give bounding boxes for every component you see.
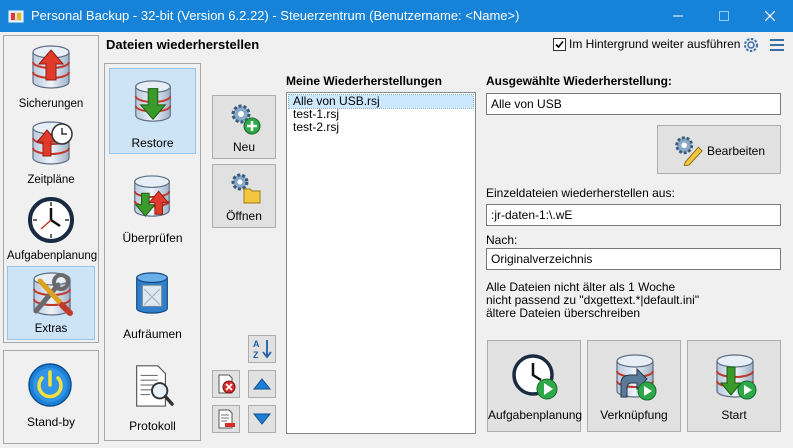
nav-item-label: Sicherungen xyxy=(18,98,84,110)
nav-item-extras[interactable]: Extras xyxy=(7,266,95,340)
target-label: Nach: xyxy=(486,233,518,247)
database-down-icon xyxy=(130,77,176,127)
subnav-item-label: Restore xyxy=(131,136,174,150)
sort-button[interactable]: A Z xyxy=(248,335,276,363)
document-search-icon xyxy=(136,365,174,407)
shortcut-button[interactable]: Verknüpfung xyxy=(587,340,681,432)
nav-item-sicherungen[interactable]: Sicherungen xyxy=(7,40,95,114)
sub-nav: Restore Überprüfen Aufräumen Protokoll xyxy=(104,63,201,441)
arrow-down-icon xyxy=(252,413,272,425)
new-button-label: Neu xyxy=(232,140,255,154)
app-icon xyxy=(8,10,24,23)
source-label: Einzeldateien wiederherstellen aus: xyxy=(486,186,675,200)
minimize-icon xyxy=(673,15,683,17)
close-icon xyxy=(765,11,775,21)
open-button-label: Öffnen xyxy=(226,209,262,223)
edit-button-label: Bearbeiten xyxy=(706,144,766,158)
info-line: ältere Dateien überschreiben xyxy=(486,306,641,320)
shortcut-icon xyxy=(611,353,657,401)
nav-item-label: Zeitpläne xyxy=(27,174,75,186)
start-label: Start xyxy=(721,408,747,422)
minimize-button[interactable] xyxy=(655,0,701,32)
database-up-icon xyxy=(27,44,75,92)
gear-add-icon xyxy=(231,104,261,135)
selected-restore-label: Ausgewählte Wiederherstellung: xyxy=(486,74,672,88)
background-checkbox[interactable] xyxy=(553,38,566,51)
edit-button[interactable]: Bearbeiten xyxy=(657,125,781,174)
delete-button[interactable] xyxy=(212,370,240,398)
restore-list[interactable]: Alle von USB.rsj test-1.rsj test-2.rsj xyxy=(286,92,476,434)
edit-list-button[interactable] xyxy=(212,405,240,433)
shortcut-label: Verknüpfung xyxy=(600,408,668,422)
schedule-task-label: Aufgabenplanung xyxy=(488,408,583,422)
clock-icon xyxy=(28,197,74,243)
power-icon xyxy=(28,363,72,407)
close-button[interactable] xyxy=(747,0,793,32)
svg-text:A: A xyxy=(253,339,260,349)
nav-item-label: Extras xyxy=(34,323,68,335)
subnav-item-protokoll[interactable]: Protokoll xyxy=(109,352,196,438)
background-checkbox-label[interactable]: Im Hintergrund weiter ausführen xyxy=(569,37,740,51)
subnav-item-label: Aufräumen xyxy=(123,327,182,341)
standby-button[interactable]: Stand-by xyxy=(3,350,99,444)
nav-item-aufgabenplanung[interactable]: Aufgabenplanung xyxy=(7,192,98,266)
sort-az-icon: A Z xyxy=(253,339,272,360)
start-button[interactable]: Start xyxy=(687,340,781,432)
maximize-icon xyxy=(719,11,729,21)
checkmark-icon xyxy=(555,40,564,49)
gear-folder-icon xyxy=(231,173,261,204)
subnav-item-aufraeumen[interactable]: Aufräumen xyxy=(109,260,196,346)
tools-icon xyxy=(28,271,73,316)
arrow-up-icon xyxy=(252,378,272,390)
target-field[interactable]: Originalverzeichnis xyxy=(486,248,781,270)
selected-restore-field[interactable]: Alle von USB xyxy=(486,93,781,115)
main-nav: Sicherungen Zeitpläne Aufgabenplanung Ex… xyxy=(3,35,99,343)
document-remove-icon xyxy=(218,409,235,429)
open-button[interactable]: Öffnen xyxy=(212,164,276,228)
move-up-button[interactable] xyxy=(248,370,276,398)
maximize-button[interactable] xyxy=(701,0,747,32)
trash-bin-icon xyxy=(136,272,168,314)
schedule-task-button[interactable]: Aufgabenplanung xyxy=(487,340,583,432)
database-start-icon xyxy=(711,353,757,400)
nav-item-zeitplaene[interactable]: Zeitpläne xyxy=(7,116,95,190)
delete-document-icon xyxy=(218,374,236,394)
source-field[interactable]: :jr-daten-1:\.wE xyxy=(486,204,781,226)
window-title: Personal Backup - 32-bit (Version 6.2.22… xyxy=(31,8,520,23)
gear-icon[interactable] xyxy=(742,36,760,54)
hamburger-menu-icon[interactable] xyxy=(769,36,785,54)
list-item[interactable]: test-2.rsj xyxy=(289,121,473,134)
database-clock-icon xyxy=(27,120,73,168)
subnav-item-ueberpruefen[interactable]: Überprüfen xyxy=(109,164,196,250)
svg-text:Z: Z xyxy=(253,350,259,360)
new-button[interactable]: Neu xyxy=(212,95,276,159)
nav-item-label: Aufgabenplanung xyxy=(7,250,98,262)
page-title: Dateien wiederherstellen xyxy=(106,37,260,52)
move-down-button[interactable] xyxy=(248,405,276,433)
subnav-item-label: Überprüfen xyxy=(122,231,183,245)
clock-play-icon xyxy=(512,354,558,400)
subnav-item-label: Protokoll xyxy=(129,419,176,433)
restore-list-label: Meine Wiederherstellungen xyxy=(286,74,442,88)
page-header: Dateien wiederherstellen Im Hintergrund … xyxy=(101,33,793,57)
subnav-item-restore[interactable]: Restore xyxy=(109,68,196,154)
title-bar: Personal Backup - 32-bit (Version 6.2.22… xyxy=(0,0,793,32)
standby-label: Stand-by xyxy=(26,415,76,429)
restore-info: Alle Dateien nicht älter als 1 Woche nic… xyxy=(486,281,699,320)
database-verify-icon xyxy=(129,172,175,222)
